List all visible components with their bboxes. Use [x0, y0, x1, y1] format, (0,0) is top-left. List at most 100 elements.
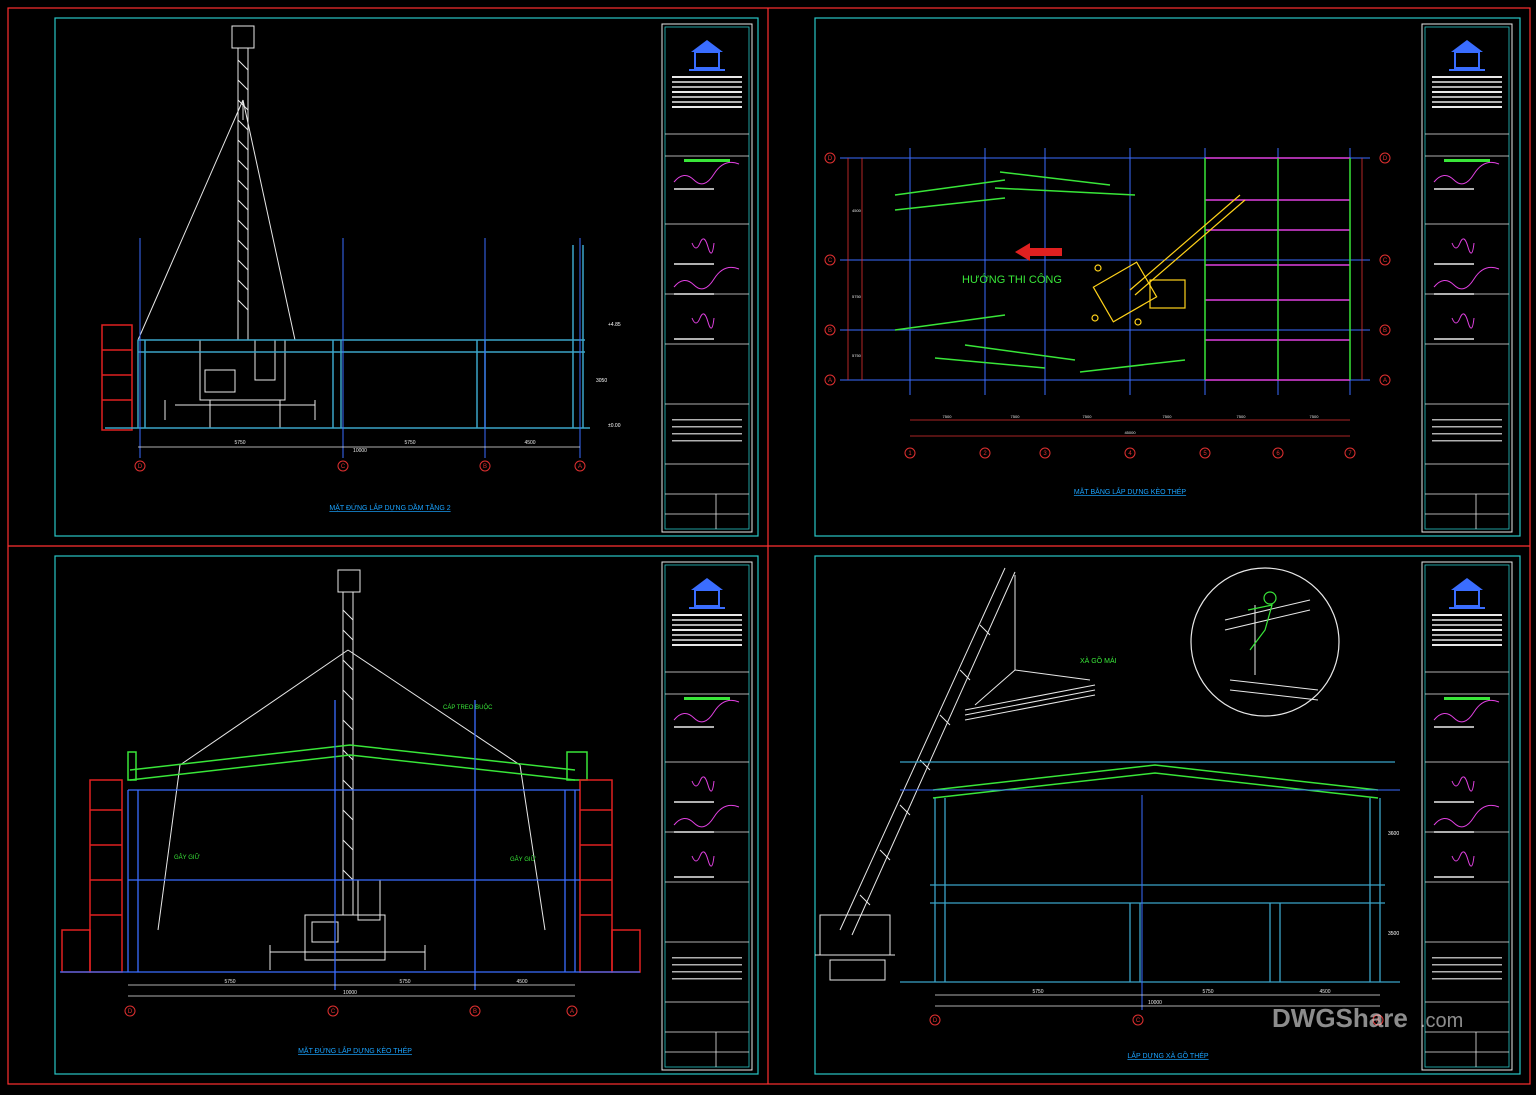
grid-bubble: D: [824, 152, 836, 164]
steel-frame: [105, 245, 590, 429]
svg-text:D: D: [933, 1018, 938, 1024]
sheet-2: HƯỚNG THI CÔNG 4500 5750 5750 7500 7500 …: [814, 17, 1521, 537]
grid-bubble: C: [327, 1005, 339, 1017]
signature-icon: [1451, 238, 1475, 254]
dim-text: 5750: [1032, 989, 1043, 995]
svg-text:1: 1: [908, 451, 912, 457]
svg-text:B: B: [473, 1009, 477, 1015]
grid-bubble: D: [1379, 152, 1391, 164]
svg-text:C: C: [331, 1009, 336, 1015]
cad-drawing: 5750 10000 5750 4500 +4.85 ±0.00 3050 D …: [7, 7, 1531, 1085]
signature-icon: [1451, 851, 1475, 867]
signature-icon: [1433, 161, 1500, 185]
pagoda-logo-icon: [1449, 40, 1485, 71]
grid-lines: [900, 789, 1400, 1010]
svg-text:4: 4: [1128, 451, 1132, 457]
dim-text: 10000: [353, 448, 367, 454]
mobile-crane: [137, 25, 316, 429]
grid-bubble: 7: [1344, 447, 1356, 459]
scaffold: [101, 324, 133, 431]
dim-text: 5750: [1202, 989, 1213, 995]
dim-text: 45000: [1124, 430, 1136, 435]
signature-icon: [691, 776, 715, 792]
svg-text:6: 6: [1276, 451, 1280, 457]
roof-truss: [127, 744, 588, 781]
title-block: [661, 23, 753, 533]
grid-bubbles: D C B A: [134, 460, 586, 472]
sheet-borders: [7, 7, 1531, 1085]
signature-icon: [673, 161, 740, 185]
dim-text: 5750: [404, 440, 415, 446]
pagoda-logo-icon: [1449, 578, 1485, 609]
grid-bubble: C: [1132, 1014, 1144, 1026]
title-block: [1421, 561, 1513, 1071]
svg-text:A: A: [578, 464, 582, 470]
grid-bubble: B: [469, 1005, 481, 1017]
drawing-title: MẶT ĐỨNG LẮP DỰNG KÈO THÉP: [298, 1046, 412, 1055]
dim-text: 7500: [1237, 414, 1247, 419]
truss-lines: [894, 158, 1351, 380]
grid-bubble: A: [1379, 374, 1391, 386]
dim-text: 10000: [343, 990, 357, 996]
side-dim-text: 5750: [852, 294, 862, 299]
signature-icon: [691, 238, 715, 254]
steel-frame: [60, 700, 640, 990]
svg-text:A: A: [1383, 378, 1387, 384]
signature-icon: [1433, 804, 1500, 828]
dim-text: 10000: [1148, 1000, 1162, 1006]
dim-text: 7500: [1011, 414, 1021, 419]
svg-text:B: B: [828, 328, 832, 334]
grid-bubble: D: [124, 1005, 136, 1017]
svg-text:A: A: [570, 1009, 574, 1015]
purlin-bundle: [964, 684, 1096, 721]
dim-text: 4500: [524, 440, 535, 446]
svg-text:B: B: [483, 464, 487, 470]
signature-icon: [673, 266, 740, 290]
height-dim: 3050: [596, 378, 607, 384]
side-dim-text: 4500: [852, 208, 862, 213]
annotations: CÁP TREO BUỘC GÂY GIỮ GÂY GIỮ: [174, 704, 536, 863]
direction-label: HƯỚNG THI CÔNG: [962, 273, 1062, 286]
scaffold: [61, 779, 641, 973]
annotation-text: GÂY GIỮ: [174, 854, 200, 861]
svg-text:D: D: [1383, 156, 1388, 162]
direction-arrow: [1015, 243, 1062, 261]
grid-bubble: A: [574, 460, 586, 472]
dim-text: 7500: [943, 414, 953, 419]
height-dim: 3500: [1388, 931, 1399, 937]
watermark-brand: DWGShare: [1272, 1003, 1408, 1033]
height-dim: 3600: [1388, 831, 1399, 837]
signature-icon: [1433, 266, 1500, 290]
svg-text:A: A: [828, 378, 832, 384]
signature-icon: [691, 313, 715, 329]
svg-text:7: 7: [1348, 451, 1352, 457]
roof-truss: [932, 764, 1379, 799]
level-text: ±0.00: [608, 423, 621, 429]
annotation-text: XÀ GỒ MÁI: [1080, 655, 1117, 665]
svg-text:C: C: [1136, 1018, 1141, 1024]
signature-icon: [1451, 313, 1475, 329]
grid-bubble: D: [134, 460, 146, 472]
svg-text:D: D: [138, 464, 143, 470]
grid-bubble: C: [1379, 254, 1391, 266]
dim-text: 5750: [224, 979, 235, 985]
dim-text: 5750: [234, 440, 245, 446]
steel-frame: [900, 761, 1400, 983]
annotation-text: GÂY GIỮ: [510, 856, 536, 863]
grid-bubble: A: [566, 1005, 578, 1017]
annotation-text: CÁP TREO BUỘC: [443, 704, 493, 711]
grid-bubble: 6: [1272, 447, 1284, 459]
grid-lines: [139, 238, 581, 458]
pagoda-logo-icon: [689, 40, 725, 71]
svg-text:2: 2: [983, 451, 987, 457]
mobile-crane: [815, 567, 1091, 981]
sheet-3: CÁP TREO BUỘC GÂY GIỮ GÂY GIỮ 5750 5750 …: [54, 555, 759, 1075]
grid-bubble: B: [1379, 324, 1391, 336]
side-dim-text: 5750: [852, 353, 862, 358]
title-block: [661, 561, 753, 1071]
svg-text:D: D: [828, 156, 833, 162]
watermark: DWGShare .com: [1272, 1003, 1463, 1033]
svg-text:C: C: [341, 464, 346, 470]
detail-circle: [1190, 567, 1340, 717]
level-markers: +4.85 ±0.00 3050: [596, 322, 621, 429]
